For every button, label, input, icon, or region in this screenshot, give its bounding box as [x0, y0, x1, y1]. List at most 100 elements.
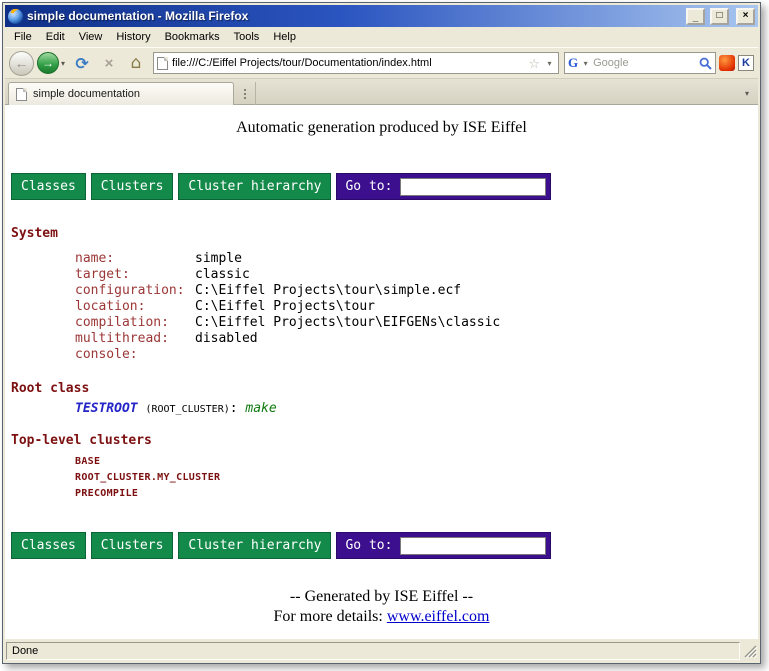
row-label: multithread:	[75, 331, 195, 347]
addon-k-icon[interactable]: K	[738, 55, 754, 71]
row-value: C:\Eiffel Projects\tour\simple.ecf	[195, 283, 461, 299]
reload-icon: ⟳	[75, 54, 88, 73]
tab-strip-grippy	[234, 82, 256, 105]
classes-button[interactable]: Classes	[11, 532, 86, 559]
menu-bar: File Edit View History Bookmarks Tools H…	[5, 27, 758, 47]
row-label: target:	[75, 267, 195, 283]
search-magnifier-icon[interactable]	[699, 57, 712, 70]
clusters-heading: Top-level clusters	[11, 433, 758, 448]
page-content: Automatic generation produced by ISE Eif…	[5, 105, 758, 639]
title-bar[interactable]: simple documentation - Mozilla Firefox _…	[5, 5, 758, 27]
forward-history-dropdown[interactable]: ▾	[59, 59, 67, 68]
close-icon: ×	[743, 11, 749, 21]
home-button[interactable]: ⌂	[124, 51, 148, 75]
menu-tools[interactable]: Tools	[227, 28, 267, 46]
row-value: classic	[195, 267, 250, 283]
system-row-compilation: compilation:C:\Eiffel Projects\tour\EIFG…	[75, 315, 758, 331]
row-label: configuration:	[75, 283, 195, 299]
row-value: simple	[195, 251, 242, 267]
clusters-button[interactable]: Clusters	[91, 532, 174, 559]
menu-history[interactable]: History	[109, 28, 157, 46]
row-label: name:	[75, 251, 195, 267]
menu-help[interactable]: Help	[266, 28, 303, 46]
url-input[interactable]	[172, 54, 524, 72]
menu-file[interactable]: File	[7, 28, 39, 46]
menu-view[interactable]: View	[72, 28, 110, 46]
resize-grip-icon	[744, 645, 757, 658]
goto-input[interactable]	[400, 178, 546, 196]
tab-simple-documentation[interactable]: simple documentation	[8, 82, 234, 105]
menu-bookmarks[interactable]: Bookmarks	[158, 28, 227, 46]
minimize-icon: _	[693, 13, 699, 23]
bookmark-star-icon[interactable]: ☆	[528, 57, 540, 70]
cluster-hierarchy-button[interactable]: Cluster hierarchy	[178, 532, 331, 559]
root-class-link[interactable]: TESTROOT	[75, 401, 138, 416]
system-row-target: target:classic	[75, 267, 758, 283]
grippy-dots-icon	[244, 93, 246, 95]
goto-label: Go to:	[337, 179, 400, 194]
cluster-link-root-cluster[interactable]: ROOT_CLUSTER.MY_CLUSTER	[75, 470, 758, 486]
addon-red-icon[interactable]	[719, 55, 735, 71]
forward-button-group: → ▾	[37, 52, 67, 74]
row-label: console:	[75, 347, 195, 363]
stop-icon: ×	[105, 55, 114, 72]
doc-title: Automatic generation produced by ISE Eif…	[5, 119, 758, 137]
window-title: simple documentation - Mozilla Firefox	[27, 9, 681, 23]
eiffel-website-link[interactable]: www.eiffel.com	[387, 608, 490, 625]
system-row-name: name:simple	[75, 251, 758, 267]
url-bar[interactable]: ☆ ▾	[153, 52, 559, 74]
goto-input[interactable]	[400, 537, 546, 555]
reload-button[interactable]: ⟳	[70, 51, 94, 75]
root-feature-link[interactable]: make	[245, 401, 276, 416]
google-logo-icon: G	[568, 56, 578, 70]
doc-footer: -- Generated by ISE Eiffel -- For more d…	[5, 587, 758, 627]
root-colon: :	[230, 401, 238, 416]
goto-label: Go to:	[337, 538, 400, 553]
maximize-button[interactable]: □	[710, 8, 729, 25]
browser-window: simple documentation - Mozilla Firefox _…	[2, 2, 761, 664]
back-icon: ←	[15, 55, 29, 71]
status-bar: Done	[5, 639, 758, 661]
search-input[interactable]	[593, 54, 697, 72]
tab-label: simple documentation	[33, 88, 140, 100]
system-table: name:simple target:classic configuration…	[75, 251, 758, 363]
search-box[interactable]: G ▾	[564, 52, 716, 74]
minimize-button[interactable]: _	[686, 8, 705, 25]
classes-button[interactable]: Classes	[11, 173, 86, 200]
tab-list-dropdown[interactable]: ▾	[739, 89, 755, 98]
details-line: For more details: www.eiffel.com	[5, 607, 758, 627]
row-value: C:\Eiffel Projects\tour\EIFGENs\classic	[195, 315, 500, 331]
row-label: location:	[75, 299, 195, 315]
root-cluster-ref: (ROOT_CLUSTER)	[145, 404, 229, 415]
goto-box: Go to:	[336, 532, 551, 559]
status-text: Done	[6, 642, 740, 660]
doc-toolbar-bottom: Classes Clusters Cluster hierarchy Go to…	[11, 532, 758, 559]
maximize-icon: □	[716, 11, 722, 21]
cluster-hierarchy-button[interactable]: Cluster hierarchy	[178, 173, 331, 200]
cluster-link-precompile[interactable]: PRECOMPILE	[75, 486, 758, 502]
goto-box: Go to:	[336, 173, 551, 200]
firefox-icon	[8, 9, 23, 24]
tab-favicon-icon	[16, 88, 27, 101]
root-class-line: TESTROOT (ROOT_CLUSTER): make	[75, 400, 758, 418]
system-row-console: console:	[75, 347, 758, 363]
resize-grip[interactable]	[742, 643, 757, 658]
forward-button[interactable]: →	[37, 52, 59, 74]
top-level-clusters-list: BASE ROOT_CLUSTER.MY_CLUSTER PRECOMPILE	[75, 454, 758, 502]
back-button[interactable]: ←	[9, 51, 34, 76]
doc-toolbar-top: Classes Clusters Cluster hierarchy Go to…	[11, 173, 758, 200]
menu-edit[interactable]: Edit	[39, 28, 72, 46]
close-button[interactable]: ×	[736, 8, 755, 25]
url-history-dropdown[interactable]: ▾	[544, 59, 555, 68]
cluster-link-base[interactable]: BASE	[75, 454, 758, 470]
clusters-button[interactable]: Clusters	[91, 173, 174, 200]
system-row-location: location:C:\Eiffel Projects\tour	[75, 299, 758, 315]
details-prefix: For more details:	[274, 608, 383, 625]
tab-strip: simple documentation ▾	[5, 79, 758, 105]
system-row-multithread: multithread:disabled	[75, 331, 758, 347]
row-value: disabled	[195, 331, 258, 347]
stop-button[interactable]: ×	[97, 51, 121, 75]
navigation-toolbar: ← → ▾ ⟳ × ⌂ ☆ ▾ G ▾	[5, 47, 758, 79]
search-engine-dropdown[interactable]: ▾	[580, 59, 591, 68]
row-value: C:\Eiffel Projects\tour	[195, 299, 375, 315]
